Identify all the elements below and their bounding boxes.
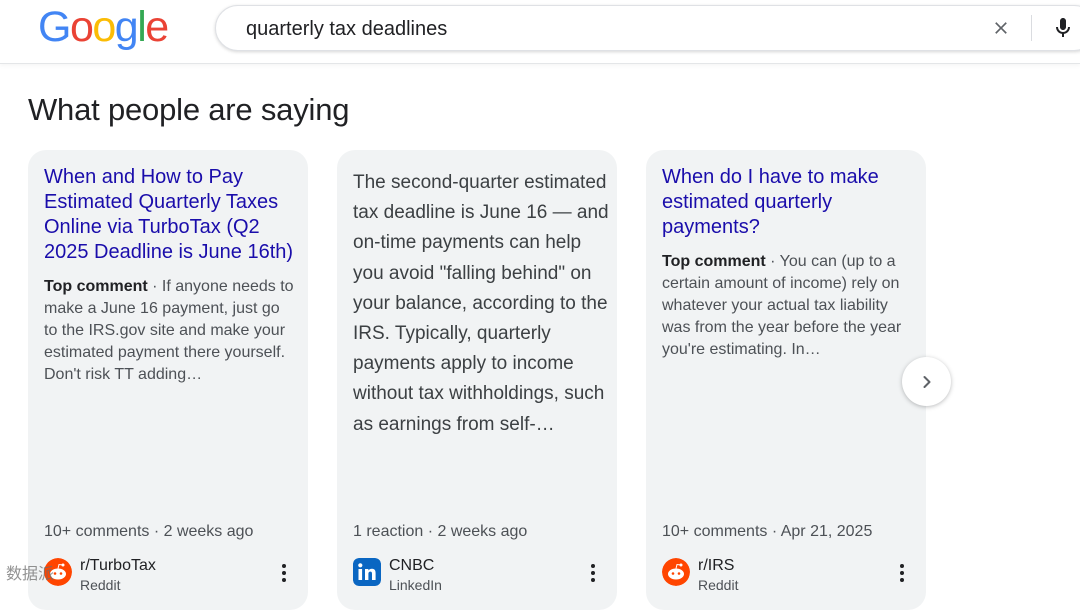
card-source[interactable]: r/TurboTax Reddit — [44, 555, 294, 595]
search-input[interactable] — [244, 14, 948, 44]
linkedin-icon — [353, 558, 381, 586]
watermark: 数据派 — [6, 564, 55, 583]
card-meta: 10+ comments · 2 weeks ago — [44, 523, 254, 540]
discussion-card-3[interactable]: When do I have to make estimated quarter… — [646, 150, 926, 610]
source-name: r/TurboTax — [80, 557, 156, 574]
logo-letter-o2: o — [92, 3, 116, 51]
google-logo[interactable]: Google — [38, 3, 169, 51]
more-vert-icon — [900, 564, 904, 582]
source-name: CNBC — [389, 557, 435, 574]
card-meta: 10+ comments · Apr 21, 2025 — [662, 523, 873, 540]
card-source[interactable]: r/IRS Reddit — [662, 555, 912, 595]
card-source[interactable]: CNBC LinkedIn — [353, 555, 603, 595]
clear-search-button[interactable] — [987, 14, 1015, 42]
logo-letter-e: e — [145, 3, 169, 51]
source-site: Reddit — [80, 577, 121, 593]
card-title-link[interactable]: When and How to Pay Estimated Quarterly … — [44, 165, 294, 265]
mic-icon — [1056, 18, 1070, 37]
more-vert-icon — [282, 564, 286, 582]
top-comment-label: Top comment — [662, 253, 766, 270]
section-title: What people are saying — [28, 92, 350, 127]
voice-search-button[interactable] — [1049, 14, 1077, 42]
carousel-next-button[interactable] — [902, 357, 951, 406]
card-top-comment: Top comment · You can (up to a certain a… — [662, 251, 912, 361]
chevron-right-icon — [923, 375, 930, 388]
card-top-comment: Top comment · If anyone needs to make a … — [44, 276, 294, 386]
source-site: LinkedIn — [389, 577, 442, 593]
search-box — [215, 5, 1080, 51]
card-title-link[interactable]: When do I have to make estimated quarter… — [662, 165, 912, 240]
search-header: Google — [0, 0, 1080, 64]
search-divider — [1031, 15, 1032, 41]
logo-letter-l: l — [137, 3, 147, 51]
more-vert-icon — [591, 564, 595, 582]
more-options-button[interactable] — [892, 561, 912, 585]
card-meta: 1 reaction · 2 weeks ago — [353, 523, 528, 540]
close-icon — [995, 22, 1007, 34]
card-body-text: The second-quarter estimated tax deadlin… — [353, 172, 609, 435]
more-options-button[interactable] — [274, 561, 294, 585]
source-name: r/IRS — [698, 557, 735, 574]
discussion-card-2[interactable]: The second-quarter estimated tax deadlin… — [337, 150, 617, 610]
top-comment-label: Top comment — [44, 278, 148, 295]
logo-letter-g2: g — [114, 3, 139, 51]
reddit-icon — [662, 558, 690, 586]
source-site: Reddit — [698, 577, 739, 593]
discussion-card-1[interactable]: When and How to Pay Estimated Quarterly … — [28, 150, 308, 610]
logo-letter-o1: o — [69, 3, 94, 51]
logo-letter-g: G — [38, 3, 71, 51]
more-options-button[interactable] — [583, 561, 603, 585]
